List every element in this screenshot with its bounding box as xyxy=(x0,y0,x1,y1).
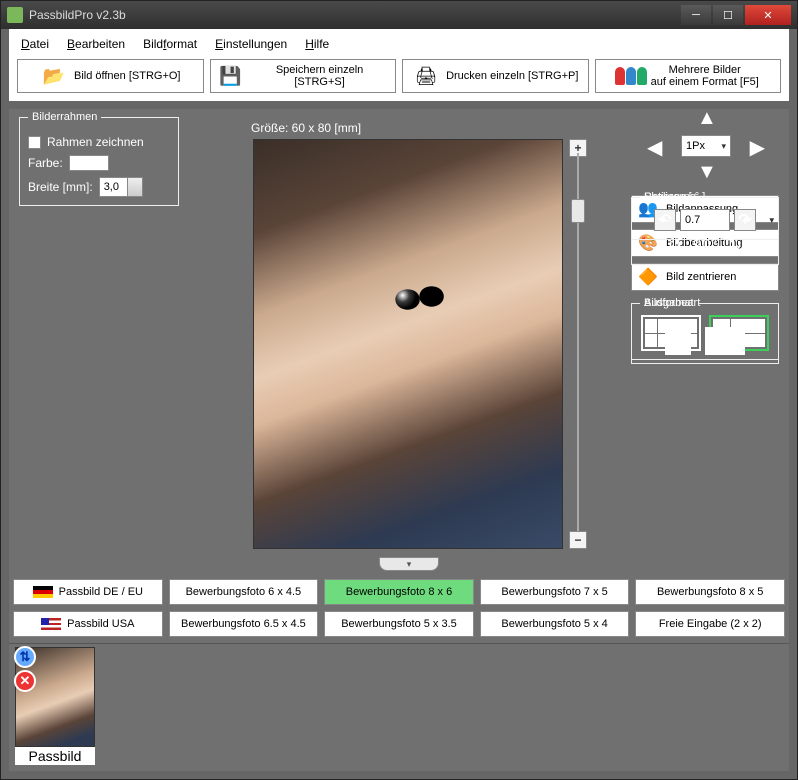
zoom-out-button[interactable]: − xyxy=(569,531,587,549)
open-button[interactable]: 📂 Bild öffnen [STRG+O] xyxy=(17,59,204,93)
panel-handle[interactable]: ▾ xyxy=(379,557,439,571)
app-window: PassbildPro v2.3b ─ ☐ ✕ Datei Bearbeiten… xyxy=(0,0,798,780)
thumbnail-delete-button[interactable]: ✕ xyxy=(14,670,36,692)
multi-format-button[interactable]: Mehrere Bilderauf einem Format [F5] xyxy=(595,59,782,93)
flag-de-icon xyxy=(33,586,53,598)
menu-einstellungen[interactable]: Einstellungen xyxy=(215,37,287,51)
save-label: Speichern einzeln [STRG+S] xyxy=(250,64,389,88)
format-65x45-button[interactable]: Bewerbungsfoto 6.5 x 4.5 xyxy=(169,611,319,637)
slider-thumb[interactable] xyxy=(571,199,585,223)
rotate-ccw-90-button[interactable]: ↺ xyxy=(668,235,683,256)
printer-icon: 🖨 xyxy=(412,65,440,87)
color-label: Farbe: xyxy=(28,156,63,170)
menu-hilfe[interactable]: Hilfe xyxy=(305,37,329,51)
move-left-button[interactable]: ◀ xyxy=(647,135,662,160)
draw-frame-label: Rahmen zeichnen xyxy=(47,135,144,149)
titlebar[interactable]: PassbildPro v2.3b ─ ☐ ✕ xyxy=(1,1,797,29)
minimize-button[interactable]: ─ xyxy=(681,5,711,25)
thumbnail-move-button[interactable]: ⇅ xyxy=(14,646,36,668)
format-8x5-button[interactable]: Bewerbungsfoto 8 x 5 xyxy=(635,579,785,605)
move-step-combo[interactable]: 1Px xyxy=(681,135,731,157)
format-7x5-button[interactable]: Bewerbungsfoto 7 x 5 xyxy=(480,579,630,605)
size-label: Größe: 60 x 80 [mm] xyxy=(251,121,361,135)
open-label: Bild öffnen [STRG+O] xyxy=(74,70,181,82)
format-de-eu-button[interactable]: Passbild DE / EU xyxy=(13,579,163,605)
image-center-button[interactable]: 🔶 Bild zentrieren xyxy=(631,263,779,291)
rotate-combo[interactable]: 0.7 xyxy=(680,209,730,231)
toolbar: 📂 Bild öffnen [STRG+O] 💾 Speichern einze… xyxy=(17,59,781,93)
thumbnail-caption: Passbild xyxy=(15,747,95,765)
thumbnail-image[interactable]: ⇅ ✕ xyxy=(15,647,95,747)
move-right-button[interactable]: ▶ xyxy=(750,135,765,160)
width-label: Breite [mm]: xyxy=(28,180,93,194)
people-icon xyxy=(617,65,645,87)
print-button[interactable]: 🖨 Drucken einzeln [STRG+P] xyxy=(402,59,589,93)
menu-bearbeiten[interactable]: Bearbeiten xyxy=(67,37,125,51)
right-column: ▲ ◀ 1Px ▶ ▼ Skalierung − 7x + Rotieren [… xyxy=(631,109,781,291)
bildformat-group: Bildformat xyxy=(631,297,779,364)
workarea: Bilderrahmen Rahmen zeichnen Farbe: Brei… xyxy=(9,109,789,771)
rotate-cw-90-button[interactable]: ↻ xyxy=(727,235,742,256)
menu-bildformat[interactable]: Bildformat xyxy=(143,37,197,51)
zoom-slider[interactable]: + − xyxy=(569,139,587,549)
rotate-90-label: 90° xyxy=(693,237,717,255)
rotate-ccw-small-button[interactable]: ↶ xyxy=(654,209,676,231)
maximize-button[interactable]: ☐ xyxy=(713,5,743,25)
folder-open-icon: 📂 xyxy=(40,65,68,87)
format-8x6-button[interactable]: Bewerbungsfoto 8 x 6 xyxy=(324,579,474,605)
menubar: Datei Bearbeiten Bildformat Einstellunge… xyxy=(17,33,781,59)
flag-us-icon xyxy=(41,618,61,630)
draw-frame-checkbox[interactable] xyxy=(28,136,41,149)
move-down-button[interactable]: ▼ xyxy=(697,161,717,184)
move-up-button[interactable]: ▲ xyxy=(697,107,717,130)
format-6x45-button[interactable]: Bewerbungsfoto 6 x 4.5 xyxy=(169,579,319,605)
format-portrait-button[interactable] xyxy=(665,319,691,355)
window-title: PassbildPro v2.3b xyxy=(29,8,126,22)
photo-viewport[interactable] xyxy=(253,139,563,549)
frame-legend: Bilderrahmen xyxy=(28,111,101,123)
format-landscape-button[interactable] xyxy=(705,327,745,355)
multi-label: Mehrere Bilderauf einem Format [F5] xyxy=(651,64,759,88)
bildformat-legend: Bildformat xyxy=(640,297,698,309)
thumbnail-strip: ⇅ ✕ Passbild xyxy=(9,643,789,771)
menu-datei[interactable]: Datei xyxy=(21,37,49,51)
center-label: Bild zentrieren xyxy=(666,271,736,283)
rotate-legend: Rotieren [ ° ] xyxy=(640,191,709,203)
rotate-group: Rotieren [ ° ] ↶ 0.7 ↷ ↺ 90° ↻ xyxy=(631,191,779,265)
frame-group: Bilderrahmen Rahmen zeichnen Farbe: Brei… xyxy=(19,111,179,206)
format-buttons: Passbild DE / EU Bewerbungsfoto 6 x 4.5 … xyxy=(13,579,785,643)
format-5x4-button[interactable]: Bewerbungsfoto 5 x 4 xyxy=(480,611,630,637)
center-icon: 🔶 xyxy=(638,267,658,287)
photo-image xyxy=(254,140,562,548)
width-spinner[interactable]: 3,0 xyxy=(99,177,143,197)
thumbnail-item[interactable]: ⇅ ✕ Passbild xyxy=(15,647,95,765)
color-swatch[interactable] xyxy=(69,155,109,171)
close-button[interactable]: ✕ xyxy=(745,5,791,25)
format-usa-button[interactable]: Passbild USA xyxy=(13,611,163,637)
save-button[interactable]: 💾 Speichern einzeln [STRG+S] xyxy=(210,59,397,93)
move-pad: ▲ ◀ 1Px ▶ ▼ xyxy=(631,109,781,189)
app-icon xyxy=(7,7,23,23)
format-free-button[interactable]: Freie Eingabe (2 x 2) xyxy=(635,611,785,637)
print-label: Drucken einzeln [STRG+P] xyxy=(446,70,578,82)
rotate-cw-small-button[interactable]: ↷ xyxy=(734,209,756,231)
chrome-panel: Datei Bearbeiten Bildformat Einstellunge… xyxy=(9,29,789,101)
format-5x35-button[interactable]: Bewerbungsfoto 5 x 3.5 xyxy=(324,611,474,637)
disk-icon: 💾 xyxy=(217,65,245,87)
